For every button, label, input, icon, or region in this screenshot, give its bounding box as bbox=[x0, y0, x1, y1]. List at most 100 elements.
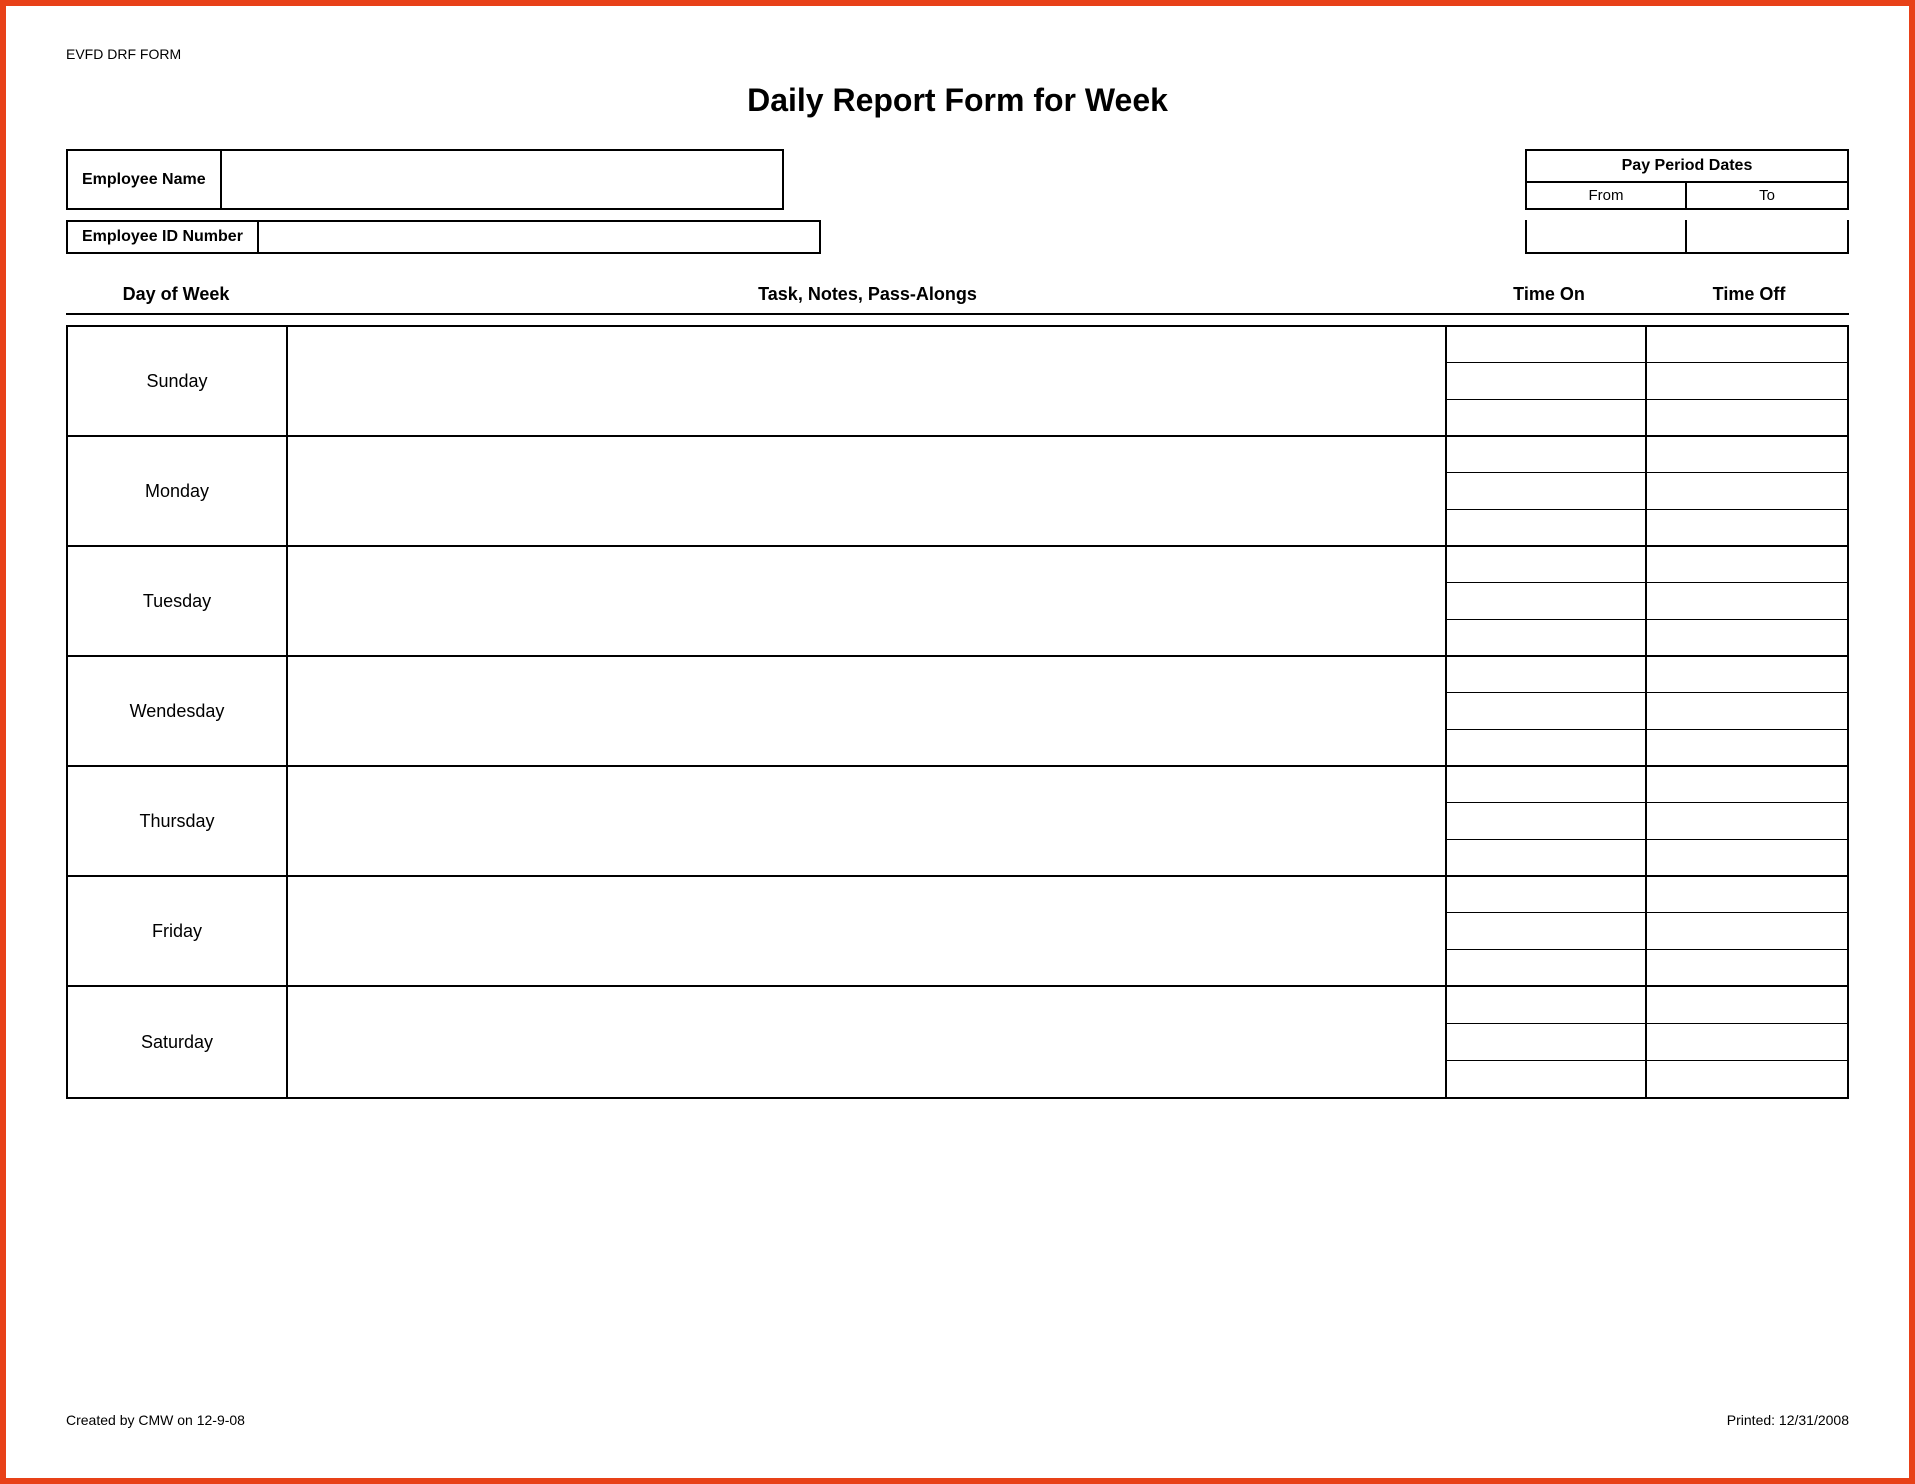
time-off-subrow-0[interactable] bbox=[1647, 877, 1847, 913]
time-off-subrow-0[interactable] bbox=[1647, 987, 1847, 1024]
time-off-subrow-0[interactable] bbox=[1647, 767, 1847, 803]
time-off-section-saturday bbox=[1647, 987, 1847, 1097]
pay-period-block: Pay Period Dates From To bbox=[1525, 149, 1849, 210]
time-on-subrow-2[interactable] bbox=[1447, 400, 1645, 435]
footer-left: Created by CMW on 12-9-08 bbox=[66, 1412, 245, 1428]
employee-id-input[interactable] bbox=[259, 222, 819, 252]
pay-period-to-input[interactable] bbox=[1687, 220, 1847, 252]
time-off-subrow-0[interactable] bbox=[1647, 327, 1847, 363]
time-on-subrow-2[interactable] bbox=[1447, 1061, 1645, 1097]
time-on-subrow-0[interactable] bbox=[1447, 327, 1645, 363]
time-off-subrow-2[interactable] bbox=[1647, 730, 1847, 765]
time-on-subrow-1[interactable] bbox=[1447, 583, 1645, 619]
time-off-subrow-2[interactable] bbox=[1647, 840, 1847, 875]
time-off-section-tuesday bbox=[1647, 547, 1847, 655]
form-title: Daily Report Form for Week bbox=[66, 82, 1849, 119]
task-cell-wendesday[interactable] bbox=[288, 657, 1447, 765]
time-off-section-wendesday bbox=[1647, 657, 1847, 765]
second-row: Employee ID Number bbox=[66, 220, 1849, 254]
day-row: Monday bbox=[68, 437, 1847, 547]
time-on-subrow-2[interactable] bbox=[1447, 730, 1645, 765]
time-on-subrow-0[interactable] bbox=[1447, 877, 1645, 913]
col-header-time-on: Time On bbox=[1449, 284, 1649, 305]
time-on-subrow-1[interactable] bbox=[1447, 363, 1645, 399]
time-off-subrow-1[interactable] bbox=[1647, 913, 1847, 949]
day-cell-tuesday: Tuesday bbox=[68, 547, 288, 655]
time-on-subrow-2[interactable] bbox=[1447, 620, 1645, 655]
column-headers: Day of Week Task, Notes, Pass-Alongs Tim… bbox=[66, 284, 1849, 315]
pay-period-from-label: From bbox=[1527, 183, 1687, 208]
time-off-subrow-1[interactable] bbox=[1647, 803, 1847, 839]
time-on-subrow-0[interactable] bbox=[1447, 547, 1645, 583]
time-off-subrow-2[interactable] bbox=[1647, 620, 1847, 655]
time-off-section-thursday bbox=[1647, 767, 1847, 875]
time-on-subrow-1[interactable] bbox=[1447, 913, 1645, 949]
time-off-subrow-2[interactable] bbox=[1647, 510, 1847, 545]
time-on-subrow-2[interactable] bbox=[1447, 510, 1645, 545]
time-on-subrow-0[interactable] bbox=[1447, 437, 1645, 473]
time-on-subrow-0[interactable] bbox=[1447, 987, 1645, 1024]
time-off-section-sunday bbox=[1647, 327, 1847, 435]
employee-id-label: Employee ID Number bbox=[68, 222, 259, 252]
time-off-subrow-1[interactable] bbox=[1647, 363, 1847, 399]
task-cell-friday[interactable] bbox=[288, 877, 1447, 985]
time-off-subrow-1[interactable] bbox=[1647, 1024, 1847, 1061]
footer: Created by CMW on 12-9-08 Printed: 12/31… bbox=[66, 1412, 1849, 1428]
col-header-tasks: Task, Notes, Pass-Alongs bbox=[286, 284, 1449, 305]
top-fields-row: Employee Name Pay Period Dates From To bbox=[66, 149, 1849, 210]
time-off-subrow-1[interactable] bbox=[1647, 693, 1847, 729]
col-header-day: Day of Week bbox=[66, 284, 286, 305]
day-row: Sunday bbox=[68, 327, 1847, 437]
employee-name-input[interactable] bbox=[222, 151, 782, 208]
day-cell-monday: Monday bbox=[68, 437, 288, 545]
time-off-subrow-0[interactable] bbox=[1647, 437, 1847, 473]
time-off-subrow-0[interactable] bbox=[1647, 657, 1847, 693]
time-on-section-monday bbox=[1447, 437, 1647, 545]
page-wrapper: EVFD DRF FORM Daily Report Form for Week… bbox=[0, 0, 1915, 1484]
task-cell-thursday[interactable] bbox=[288, 767, 1447, 875]
time-off-subrow-2[interactable] bbox=[1647, 1061, 1847, 1097]
day-cell-wendesday: Wendesday bbox=[68, 657, 288, 765]
time-on-subrow-0[interactable] bbox=[1447, 657, 1645, 693]
day-cell-sunday: Sunday bbox=[68, 327, 288, 435]
days-table: SundayMondayTuesdayWendesdayThursdayFrid… bbox=[66, 325, 1849, 1099]
time-off-section-friday bbox=[1647, 877, 1847, 985]
employee-name-block: Employee Name bbox=[66, 149, 784, 210]
time-on-section-friday bbox=[1447, 877, 1647, 985]
day-cell-friday: Friday bbox=[68, 877, 288, 985]
time-off-subrow-2[interactable] bbox=[1647, 400, 1847, 435]
day-cell-saturday: Saturday bbox=[68, 987, 288, 1097]
day-row: Thursday bbox=[68, 767, 1847, 877]
time-on-subrow-1[interactable] bbox=[1447, 1024, 1645, 1061]
footer-right: Printed: 12/31/2008 bbox=[1727, 1412, 1849, 1428]
time-on-subrow-2[interactable] bbox=[1447, 840, 1645, 875]
task-cell-monday[interactable] bbox=[288, 437, 1447, 545]
employee-id-block: Employee ID Number bbox=[66, 220, 821, 254]
pay-period-from-input[interactable] bbox=[1527, 220, 1687, 252]
col-header-time-off: Time Off bbox=[1649, 284, 1849, 305]
time-off-subrow-2[interactable] bbox=[1647, 950, 1847, 985]
time-off-subrow-0[interactable] bbox=[1647, 547, 1847, 583]
day-cell-thursday: Thursday bbox=[68, 767, 288, 875]
time-on-section-tuesday bbox=[1447, 547, 1647, 655]
pay-period-title: Pay Period Dates bbox=[1527, 151, 1847, 183]
task-cell-tuesday[interactable] bbox=[288, 547, 1447, 655]
day-row: Saturday bbox=[68, 987, 1847, 1097]
time-on-section-saturday bbox=[1447, 987, 1647, 1097]
pay-period-sub-labels: From To bbox=[1527, 183, 1847, 208]
task-cell-sunday[interactable] bbox=[288, 327, 1447, 435]
form-header-label: EVFD DRF FORM bbox=[66, 46, 1849, 62]
pay-period-inputs bbox=[1525, 220, 1849, 254]
day-row: Wendesday bbox=[68, 657, 1847, 767]
time-off-subrow-1[interactable] bbox=[1647, 583, 1847, 619]
time-on-subrow-1[interactable] bbox=[1447, 803, 1645, 839]
task-cell-saturday[interactable] bbox=[288, 987, 1447, 1097]
time-on-subrow-1[interactable] bbox=[1447, 473, 1645, 509]
time-on-subrow-0[interactable] bbox=[1447, 767, 1645, 803]
time-off-subrow-1[interactable] bbox=[1647, 473, 1847, 509]
time-on-subrow-1[interactable] bbox=[1447, 693, 1645, 729]
time-on-section-thursday bbox=[1447, 767, 1647, 875]
employee-name-label: Employee Name bbox=[68, 151, 222, 208]
time-on-subrow-2[interactable] bbox=[1447, 950, 1645, 985]
time-off-section-monday bbox=[1647, 437, 1847, 545]
